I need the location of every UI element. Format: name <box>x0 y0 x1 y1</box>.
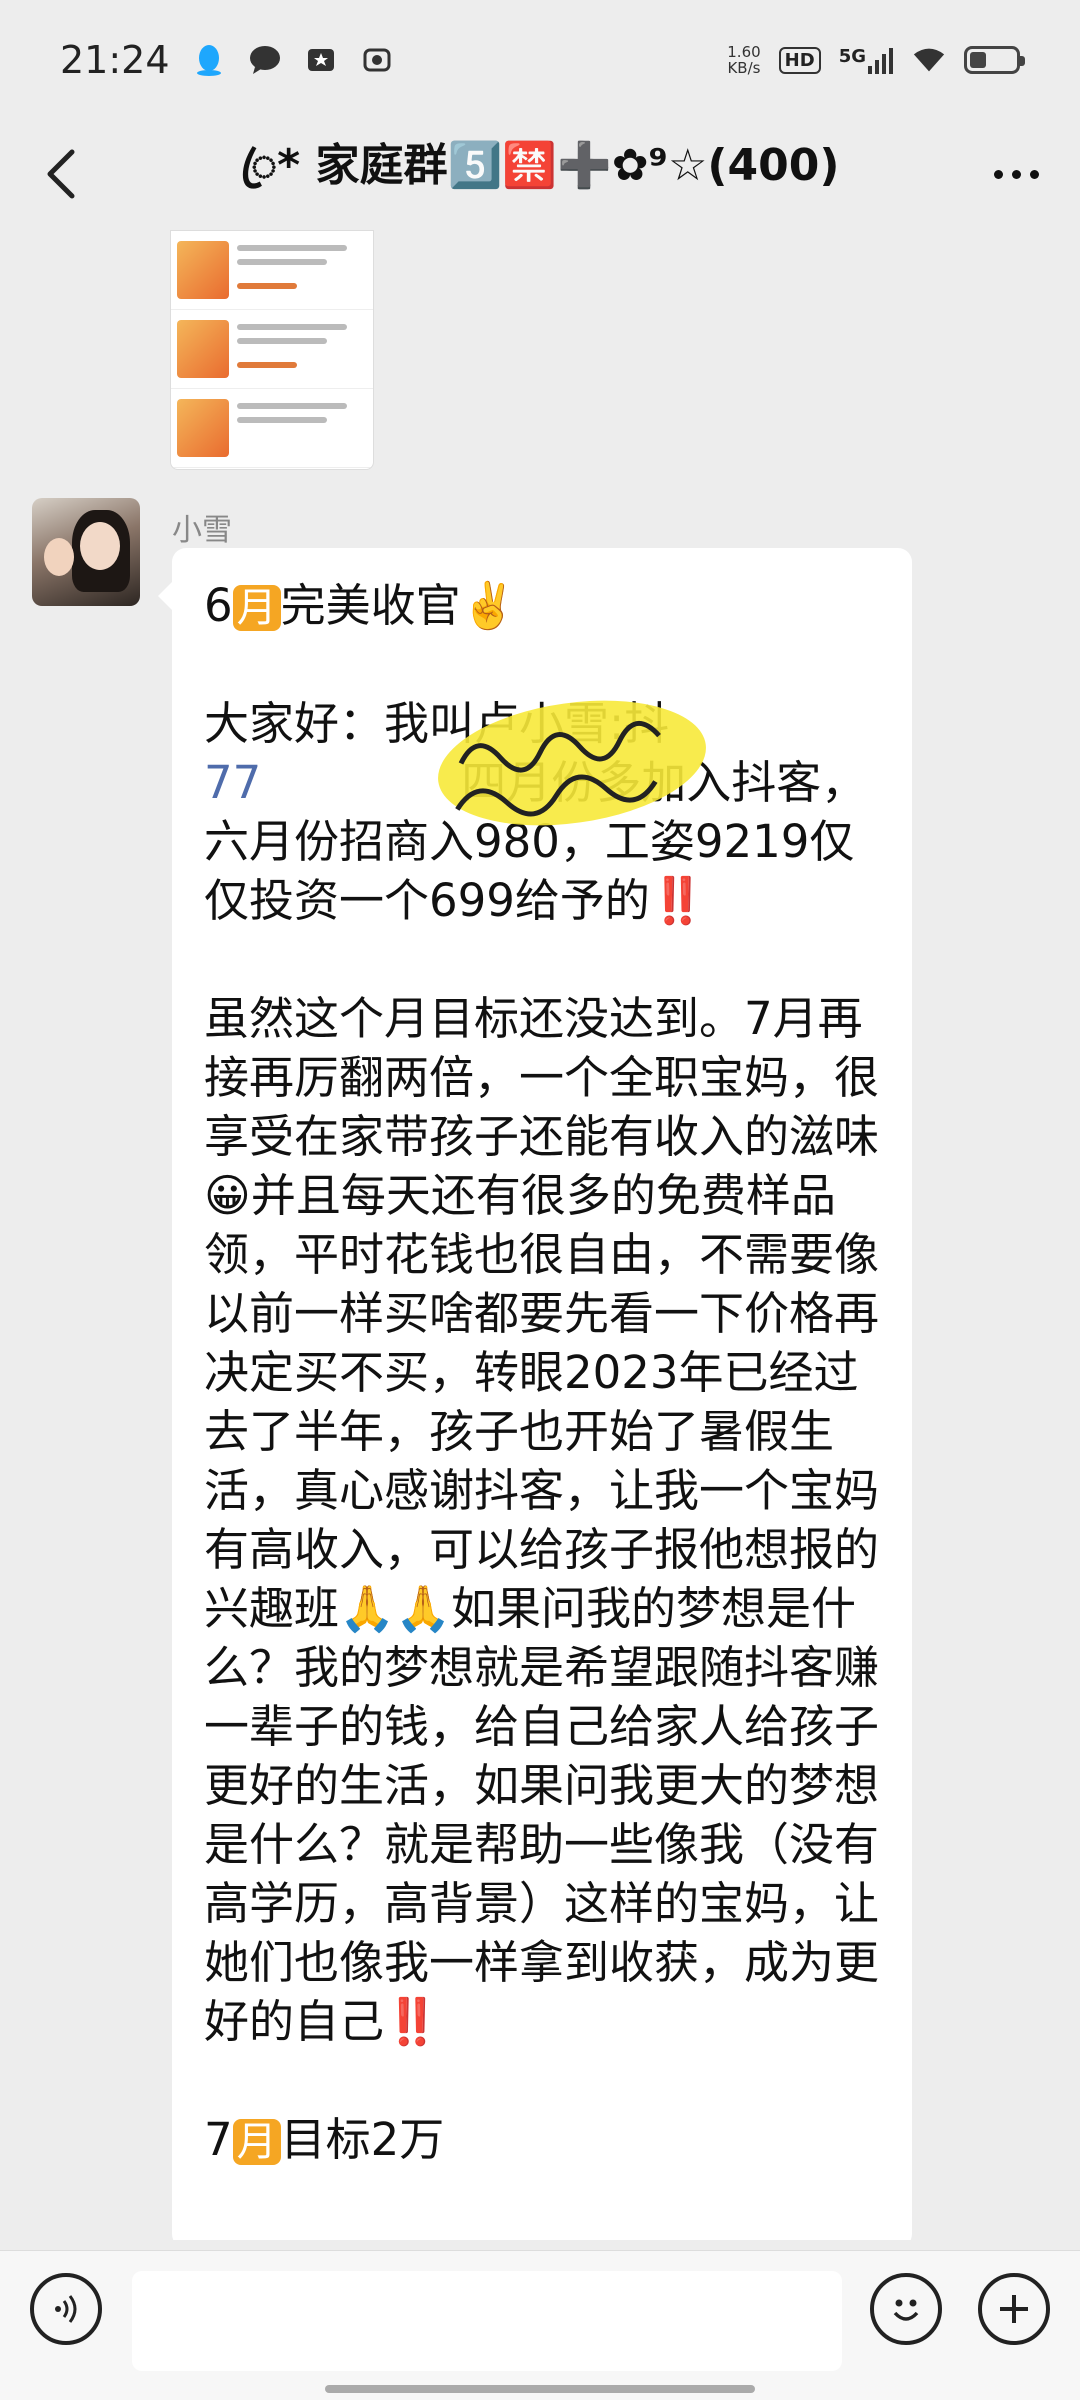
status-right: 1.60 KB/s HD 5G <box>727 43 1025 77</box>
clock: 21:24 <box>60 38 170 82</box>
notification-icon <box>304 43 338 77</box>
status-left: 21:24 <box>60 38 394 82</box>
month-emoji: 月 <box>232 2119 281 2165</box>
thumbnail-row <box>171 389 373 468</box>
more-options-button[interactable] <box>980 138 1052 210</box>
nav-bar: ꦿ* 家庭群5️⃣🈲➕✿⁹☆(400) <box>0 120 1080 230</box>
message-paragraph: 6 月完美收官✌️ <box>204 579 517 632</box>
signal-label: 5G <box>838 46 866 67</box>
status-bar: 21:24 1.60 KB/s HD 5G <box>0 0 1080 120</box>
emoji-button[interactable] <box>870 2273 942 2345</box>
group-title: ꦿ* 家庭群5️⃣🈲➕✿⁹☆(400) <box>240 140 840 191</box>
redacted-id: 77 <box>204 756 262 809</box>
sender-name: 小雪 <box>172 513 232 548</box>
chat-area[interactable]: 小雪 6月完美收官✌️ 大家好：我叫卢小雪:抖 77四月份多加入抖客，六月份招商… <box>0 230 1080 2240</box>
message-input[interactable] <box>132 2271 842 2371</box>
thumbnail-row <box>171 310 373 389</box>
battery-icon <box>964 46 1025 74</box>
double-exclamation-icon: ‼️ <box>384 1995 441 2048</box>
plus-icon <box>1000 2295 1028 2323</box>
input-bar <box>0 2250 1080 2400</box>
message-paragraph: 虽然这个月目标还没达到。7月再接再厉翻两倍，一个全职宝妈，很享受在家带孩子还能有… <box>204 992 880 2048</box>
double-exclamation-icon: ‼️ <box>649 874 706 927</box>
thumbnail-row <box>171 231 373 310</box>
battery-fill <box>970 52 986 68</box>
hd-badge: HD <box>778 46 821 74</box>
avatar[interactable] <box>32 498 140 606</box>
voice-button[interactable] <box>30 2273 102 2345</box>
voice-icon <box>55 2295 77 2323</box>
emoji-icon <box>893 2299 919 2321</box>
home-indicator[interactable] <box>325 2385 755 2393</box>
signal-icon: 5G <box>839 46 894 74</box>
qq-icon <box>192 43 226 77</box>
message-bubble[interactable]: 6月完美收官✌️ 大家好：我叫卢小雪:抖 77四月份多加入抖客，六月份招商入98… <box>158 548 912 2240</box>
camera-icon <box>360 43 394 77</box>
more-functions-button[interactable] <box>978 2273 1050 2345</box>
more-dots-icon <box>993 169 1003 179</box>
month-emoji: 月 <box>232 585 281 631</box>
network-speed: 1.60 KB/s <box>727 43 761 77</box>
wifi-icon <box>912 43 946 77</box>
shared-image-message[interactable] <box>170 230 374 470</box>
chat-bubble-icon <box>248 43 282 77</box>
message-paragraph: 7 月目标2万 <box>204 2113 445 2166</box>
